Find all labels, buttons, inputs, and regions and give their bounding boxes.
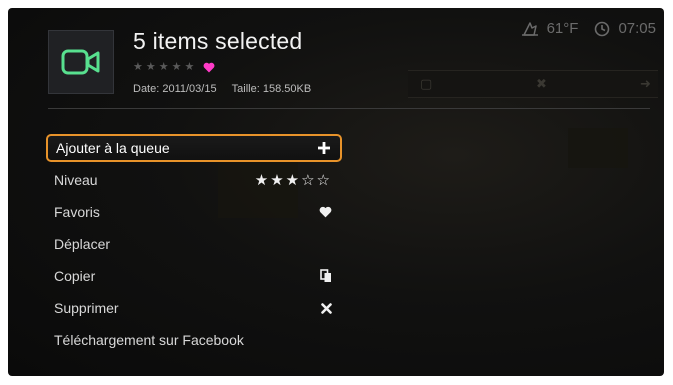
menu-item-copy[interactable]: Copier (46, 262, 342, 290)
video-camera-icon (61, 49, 100, 75)
menu-item-label: Téléchargement sur Facebook (54, 332, 244, 348)
background-content: ▢ ✖ ➜ (408, 70, 658, 98)
temperature-label: 61°F (546, 20, 579, 37)
weather-icon (521, 21, 538, 36)
rating-star: ★ (171, 60, 182, 73)
video-thumbnail (48, 30, 114, 94)
plus-icon (318, 142, 330, 154)
menu-item-label: Supprimer (54, 300, 119, 316)
clock-icon (595, 21, 610, 36)
item-metadata: Date: 2011/03/15 Taille: 158.50KB (133, 83, 311, 95)
background-thumbnail (568, 128, 628, 168)
date-label: Date: 2011/03/15 (133, 83, 217, 95)
menu-item-label: Ajouter à la queue (56, 140, 170, 156)
rating-star: ★ (184, 60, 195, 73)
item-rating: ★ ★ ★ ★ ★ (133, 60, 215, 74)
page-title: 5 items selected (133, 28, 303, 54)
heart-icon (319, 206, 332, 218)
menu-item-label: Déplacer (54, 236, 111, 252)
size-label: Taille: 158.50KB (231, 83, 312, 95)
copy-icon (320, 269, 332, 283)
menu-item-add-to-queue[interactable]: Ajouter à la queue (46, 134, 342, 162)
menu-item-favorites[interactable]: Favoris (46, 198, 342, 226)
clock-status: 07:05 (594, 20, 656, 37)
menu-item-label: Copier (54, 268, 96, 284)
options-menu: Ajouter à la queue Niveau ★★★☆☆ Favoris … (46, 134, 342, 358)
time-label: 07:05 (618, 20, 656, 37)
rating-star: ★ (133, 60, 143, 73)
menu-item-facebook-upload[interactable]: Téléchargement sur Facebook (46, 326, 342, 354)
status-bar: 61°F 07:05 (521, 20, 656, 37)
favorite-heart-icon (203, 62, 215, 72)
rating-stars: ★★★☆☆ (254, 172, 332, 189)
menu-item-delete[interactable]: Supprimer (46, 294, 342, 322)
weather-status: 61°F (521, 20, 579, 37)
menu-item-label: Niveau (54, 172, 98, 188)
menu-item-move[interactable]: Déplacer (46, 230, 342, 258)
rating-star: ★ (145, 60, 156, 73)
menu-item-label: Favoris (54, 204, 100, 220)
tv-screen: ▢ ✖ ➜ 5 items selected ★ ★ ★ ★ ★ Date: 2… (8, 8, 664, 376)
menu-item-rating[interactable]: Niveau ★★★☆☆ (46, 166, 342, 194)
delete-icon (321, 302, 332, 314)
header-divider (48, 108, 650, 109)
rating-star: ★ (158, 60, 169, 73)
